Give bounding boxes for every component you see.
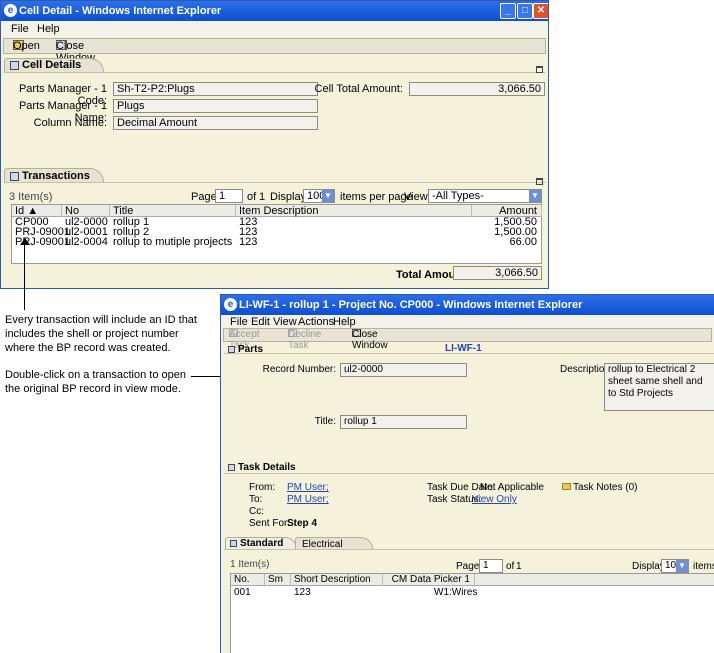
item-count: 1 Item(s) — [230, 559, 270, 570]
maximize-button[interactable]: □ — [517, 3, 533, 19]
page-label: Page — [191, 191, 217, 203]
table-row[interactable]: 001 123 W1:Wires — [231, 587, 714, 598]
to-link[interactable]: PM User; — [287, 494, 329, 505]
note-icon — [562, 483, 571, 490]
divider — [4, 72, 545, 73]
menu-view[interactable]: View — [273, 316, 297, 328]
record-number-label: Record Number: — [262, 364, 336, 375]
col-cm-data-picker[interactable]: CM Data Picker 1 — [383, 574, 475, 586]
page-label: Page — [456, 561, 480, 572]
toolbar: Open Close Window — [3, 38, 546, 64]
menu-edit[interactable]: Edit — [251, 316, 270, 328]
display-select[interactable]: 100 ▼ — [303, 189, 335, 203]
menu-file[interactable]: File — [230, 316, 248, 328]
code-field: Sh-T2-P2:Plugs — [113, 82, 318, 96]
divider — [4, 182, 545, 183]
record-window: e LI-WF-1 - rollup 1 - Project No. CP000… — [220, 294, 714, 653]
page-input[interactable]: 1 — [215, 189, 243, 203]
display-label: Display — [632, 561, 665, 572]
cell-total-label: Cell Total Amount: — [314, 83, 403, 95]
task-details-heading: Task Details — [228, 462, 296, 473]
col-sm[interactable]: Sm — [265, 574, 291, 586]
ie-icon: e — [224, 298, 237, 311]
cell-details-heading: Cell Details — [10, 59, 81, 71]
minimize-button[interactable]: _ — [500, 3, 516, 19]
chevron-down-icon: ▼ — [529, 190, 541, 202]
page-input[interactable]: 1 — [479, 559, 503, 573]
display-label: Display — [270, 191, 307, 203]
section-icon — [10, 171, 19, 181]
task-notes-button[interactable]: Task Notes (0) — [562, 482, 637, 493]
cell-total-field: 3,066.50 — [409, 82, 545, 96]
col-short-description[interactable]: Short Description — [291, 574, 383, 586]
from-link[interactable]: PM User; — [287, 482, 329, 493]
column-label: Column Name: — [33, 117, 107, 129]
annotation-double-click-note: Double-click on a transaction to open th… — [5, 369, 186, 395]
callout-arrow-1 — [20, 238, 30, 245]
per-page-label: items per page — [340, 191, 413, 203]
transactions-grid: Id ▲ No Title Item Description Amount CP… — [11, 204, 542, 264]
task-status-link[interactable]: View Only — [472, 494, 517, 505]
menu-file[interactable]: File — [11, 23, 29, 35]
chevron-down-icon: ▼ — [322, 190, 334, 202]
cell-detail-window: e Cell Detail - Windows Internet Explore… — [0, 0, 549, 289]
menu-help[interactable]: Help — [37, 23, 60, 35]
menu-bar: File Help — [1, 21, 548, 37]
tab-standard[interactable]: Standard — [230, 538, 283, 549]
annotation-id-note: Every transaction will include an ID tha… — [5, 314, 197, 354]
name-field: Plugs — [113, 99, 318, 113]
of-value: 1 — [259, 191, 266, 203]
table-row[interactable]: PRJ-09001 ul2-0004 rollup to mutiple pro… — [12, 237, 541, 248]
title-label: Title: — [314, 416, 336, 427]
section-icon — [230, 539, 237, 547]
to-label: To: — [249, 494, 263, 505]
callout-line-1 — [24, 240, 25, 310]
window-titlebar: e LI-WF-1 - rollup 1 - Project No. CP000… — [221, 295, 714, 315]
close-button[interactable]: ✕ — [533, 3, 548, 19]
transactions-heading: Transactions — [10, 170, 90, 182]
from-label: From: — [249, 482, 276, 493]
window-titlebar: e Cell Detail - Windows Internet Explore… — [1, 1, 548, 21]
of-value: 1 — [516, 561, 522, 572]
ie-icon: e — [4, 4, 17, 17]
divider — [224, 353, 714, 354]
cc-label: Cc: — [249, 506, 264, 517]
divider — [224, 473, 714, 474]
section-icon — [228, 345, 235, 353]
of-label: of — [247, 191, 257, 203]
menu-help[interactable]: Help — [333, 316, 356, 328]
window-title: Cell Detail - Windows Internet Explorer — [19, 5, 222, 17]
maximize-section-icon[interactable] — [536, 66, 543, 73]
col-item-description[interactable]: Item Description — [236, 205, 472, 217]
divider — [224, 549, 714, 550]
record-number-field: ul2-0000 — [340, 363, 467, 377]
view-select[interactable]: -All Types- ▼ — [428, 189, 542, 203]
title-field: rollup 1 — [340, 415, 467, 429]
grid-header: No. Sm Short Description CM Data Picker … — [231, 574, 714, 586]
description-field: rollup to Electrical 2 sheet same shell … — [604, 363, 714, 411]
window-title: LI-WF-1 - rollup 1 - Project No. CP000 -… — [239, 299, 583, 311]
view-label: View: — [404, 191, 431, 203]
menu-bar: File Edit View Actions Help — [221, 315, 714, 329]
sent-for-value: Step 4 — [287, 518, 318, 529]
due-date-value: Not Applicable — [480, 482, 544, 493]
total-amount-field: 3,066.50 — [453, 266, 542, 280]
item-count: 3 Item(s) — [9, 191, 53, 203]
column-field: Decimal Amount — [113, 116, 318, 130]
chevron-down-icon: ▼ — [676, 560, 688, 572]
toolbar: Accept Task Decline Task Close Window — [223, 328, 712, 351]
sent-for-label: Sent For: — [249, 518, 291, 529]
col-no[interactable]: No. — [231, 574, 265, 586]
of-label: of — [506, 561, 515, 572]
section-icon — [10, 60, 19, 70]
maximize-section-icon[interactable] — [536, 178, 543, 185]
menu-actions[interactable]: Actions — [298, 316, 334, 328]
section-icon — [228, 463, 235, 471]
display-select[interactable]: 100 ▼ — [661, 559, 689, 573]
parts-grid: No. Sm Short Description CM Data Picker … — [230, 573, 714, 653]
